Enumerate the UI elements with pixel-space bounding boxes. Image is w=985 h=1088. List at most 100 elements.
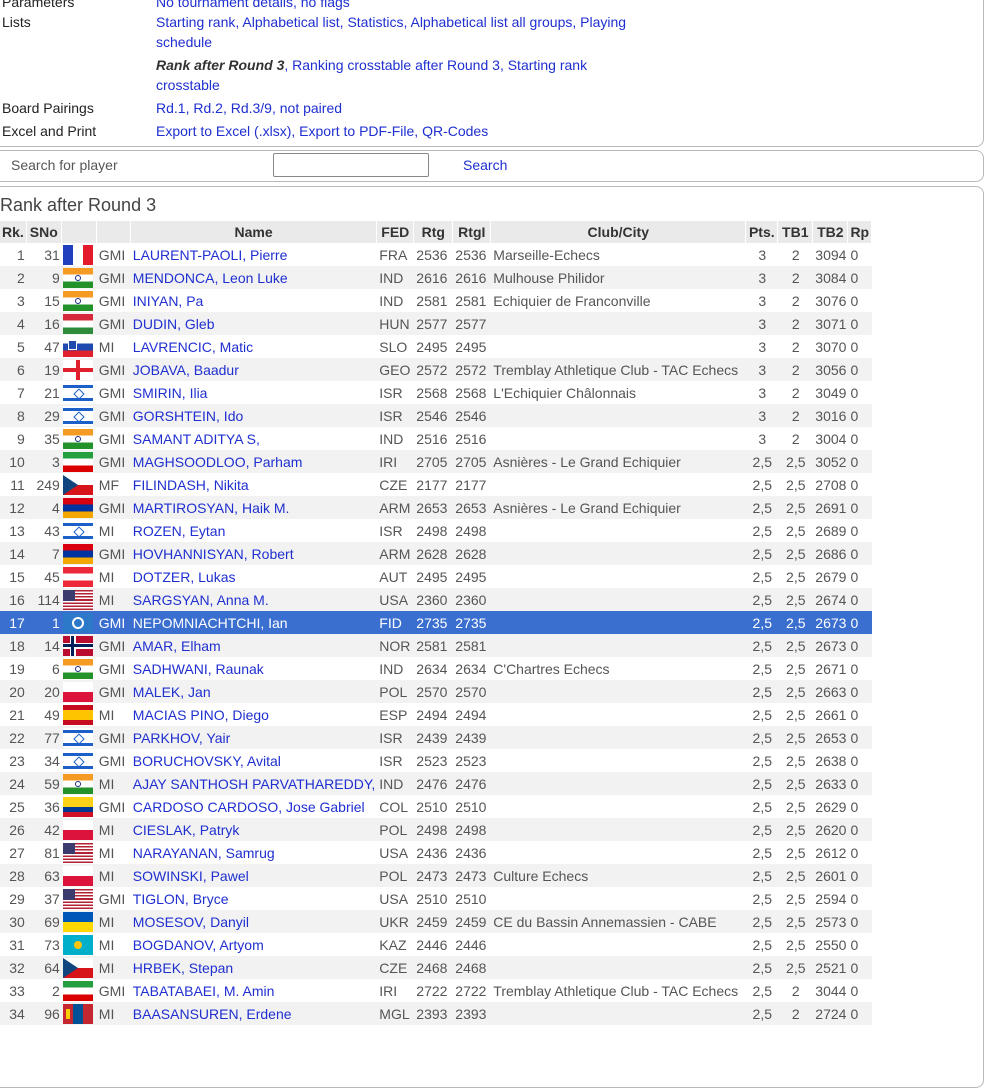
table-row[interactable]: 19 6 GMI SADHWANI, Raunak IND 2634 2634 C'Chart… (0, 657, 872, 680)
lists-link[interactable]: Alphabetical list (242, 14, 339, 30)
player-name-link[interactable]: SADHWANI, Raunak (131, 657, 377, 680)
player-name-link[interactable]: LAVRENCIC, Matic (131, 335, 377, 358)
col-sno-header[interactable]: SNo (26, 221, 62, 243)
player-name-link[interactable]: NEPOMNIACHTCHI, Ian (130, 611, 378, 634)
table-row[interactable]: 13 43 MI ROZEN, Eytan ISR 2498 2498 2,5 2,5 2689 0 (0, 519, 872, 542)
search-input[interactable] (273, 153, 429, 177)
player-name-link[interactable]: SARGSYAN, Anna M. (130, 588, 378, 611)
table-row[interactable]: 22 77 GMI PARKHOV, Yair ISR 2439 2439 2,5 2,5 265… (0, 726, 873, 749)
table-row[interactable]: 24 59 MI AJAY SANTHOSH PARVATHAREDDY, IND 247… (0, 772, 873, 795)
player-name-link[interactable]: SAMANT ADITYA S, (131, 427, 377, 450)
table-row[interactable]: 31 73 MI BOGDANOV, Artyom KAZ 2446 2446 2,5 2,5 2… (0, 933, 872, 956)
player-name-link[interactable]: MACIAS PINO, Diego (131, 703, 377, 726)
player-name-link[interactable]: MARTIROSYAN, Haik M. (130, 496, 378, 519)
table-row[interactable]: 14 7 GMI HOVHANNISYAN, Robert ARM 2628 2628 2,5… (0, 542, 873, 565)
player-name-link[interactable]: MALEK, Jan (130, 680, 378, 703)
table-row[interactable]: 8 29 GMI GORSHTEIN, Ido ISR 2546 2546 3 2 3016 0 (0, 404, 873, 427)
player-name-link[interactable]: BORUCHOVSKY, Avital (131, 749, 377, 772)
col-rtgi-header[interactable]: RtgI (453, 221, 492, 243)
lists-link[interactable]: Alphabetical list all groups (410, 14, 572, 30)
player-name-link[interactable]: CIESLAK, Patryk (130, 818, 378, 841)
player-name-link[interactable]: TABATABAEI, M. Amin (131, 979, 377, 1002)
table-row[interactable]: 11 249 MF FILINDASH, Nikita CZE 2177 2177 2,5 2,… (0, 473, 872, 496)
player-name-link[interactable]: AMAR, Elham (130, 634, 378, 657)
player-name-link[interactable]: SOWINSKI, Pawel (130, 864, 378, 887)
table-row[interactable]: 15 45 MI DOTZER, Lukas AUT 2495 2495 2,5 2,5 2679… (0, 565, 872, 588)
table-row[interactable]: 34 96 MI BAASANSUREN, Erdene MGL 2393 2393 2,5 2… (0, 1002, 873, 1025)
pairing-round-link[interactable]: Rd.2 (193, 100, 223, 116)
table-row[interactable]: 23 34 GMI BORUCHOVSKY, Avital ISR 2523 2523 2,5… (0, 749, 872, 772)
col-tb1-header[interactable]: TB1 (778, 221, 814, 243)
table-row[interactable]: 18 14 GMI AMAR, Elham NOR 2581 2581 2,5 2,5 2673 0 (0, 634, 873, 657)
player-name-link[interactable]: DUDIN, Gleb (130, 312, 378, 335)
player-name-link[interactable]: LAURENT-PAOLI, Pierre (131, 243, 377, 266)
export-link[interactable]: Export to PDF-File (299, 123, 414, 139)
col-club-header[interactable]: Club/City (491, 221, 747, 243)
col-fed-header[interactable]: FED (377, 221, 415, 243)
export-link[interactable]: QR-Codes (422, 123, 488, 139)
table-row[interactable]: 16 114 MI SARGSYAN, Anna M. USA 2360 2360 2,5 2,… (0, 588, 873, 611)
player-name-link[interactable]: FILINDASH, Nikita (131, 473, 377, 496)
player-name-link[interactable]: AJAY SANTHOSH PARVATHAREDDY, (130, 772, 378, 795)
table-row[interactable]: 1 31 GMI LAURENT-PAOLI, Pierre FRA 2536 2536 Ma… (0, 243, 872, 266)
table-row[interactable]: 10 3 GMI MAGHSOODLOO, Parham IRI 2705 2705 Asni… (0, 450, 873, 473)
player-name-link[interactable]: NARAYANAN, Samrug (131, 841, 377, 864)
not-paired-link[interactable]: , not paired (272, 100, 342, 116)
player-name-link[interactable]: JOBAVA, Baadur (130, 358, 378, 381)
table-row[interactable]: 4 16 GMI DUDIN, Gleb HUN 2577 2577 3 2 3071 0 (0, 312, 873, 335)
club-cell (491, 887, 746, 910)
lists-link[interactable]: Statistics (347, 14, 403, 30)
title-cell: GMI (96, 496, 131, 519)
export-link[interactable]: Export to Excel (.xlsx) (156, 123, 291, 139)
table-row[interactable]: 9 35 GMI SAMANT ADITYA S, IND 2516 2516 3 2 3004 0 (0, 427, 872, 450)
player-name-link[interactable]: PARKHOV, Yair (130, 726, 378, 749)
table-row[interactable]: 17 1 GMI NEPOMNIACHTCHI, Ian FID 2735 2735 2,5 2… (0, 611, 873, 634)
col-name-header[interactable]: Name (130, 221, 378, 243)
col-rtg-header[interactable]: Rtg (414, 221, 454, 243)
table-row[interactable]: 5 47 MI LAVRENCIC, Matic SLO 2495 2495 3 2 3070 0 (0, 335, 872, 358)
pairing-round-link[interactable]: Rd.1 (156, 100, 186, 116)
table-row[interactable]: 20 20 GMI MALEK, Jan POL 2570 2570 2,5 2,5 2663 0 (0, 680, 873, 703)
player-name-link[interactable]: MENDONCA, Leon Luke (130, 266, 378, 289)
table-row[interactable]: 2 9 GMI MENDONCA, Leon Luke IND 2616 2616 Mulho… (0, 266, 873, 289)
player-name-link[interactable]: CARDOSO CARDOSO, Jose Gabriel (131, 795, 377, 818)
table-row[interactable]: 26 42 MI CIESLAK, Patryk POL 2498 2498 2,5 2,5 26… (0, 818, 873, 841)
table-row[interactable]: 25 36 GMI CARDOSO CARDOSO, Jose Gabriel COL 2… (0, 795, 872, 818)
lists-link[interactable]: Starting rank (156, 14, 235, 30)
player-name-link[interactable]: HRBEK, Stepan (130, 956, 378, 979)
table-row[interactable]: 30 69 MI MOSESOV, Danyil UKR 2459 2459 CE du Ba… (0, 910, 873, 933)
table-row[interactable]: 7 21 GMI SMIRIN, Ilia ISR 2568 2568 L'Echiquier… (0, 381, 872, 404)
fed-cell: ARM (377, 542, 415, 565)
table-row[interactable]: 28 63 MI SOWINSKI, Pawel POL 2473 2473 Culture … (0, 864, 873, 887)
table-row[interactable]: 12 4 GMI MARTIROSYAN, Haik M. ARM 2653 2653 Asn… (0, 496, 873, 519)
player-name-link[interactable]: TIGLON, Bryce (131, 887, 377, 910)
table-row[interactable]: 21 49 MI MACIAS PINO, Diego ESP 2494 2494 2,5 2,… (0, 703, 872, 726)
parameters-value[interactable]: No tournament details, no flags (156, 0, 646, 12)
player-name-link[interactable]: BOGDANOV, Artyom (131, 933, 377, 956)
fed-cell: ISR (377, 404, 415, 427)
player-name-link[interactable]: INIYAN, Pa (131, 289, 377, 312)
player-name-link[interactable]: MAGHSOODLOO, Parham (130, 450, 378, 473)
table-row[interactable]: 3 15 GMI INIYAN, Pa IND 2581 2581 Echiquier de … (0, 289, 872, 312)
col-pts-header[interactable]: Pts. (746, 221, 779, 243)
table-row[interactable]: 33 2 GMI TABATABAEI, M. Amin IRI 2722 2722 Trem… (0, 979, 872, 1002)
player-name-link[interactable]: SMIRIN, Ilia (131, 381, 377, 404)
player-name-link[interactable]: DOTZER, Lukas (131, 565, 377, 588)
player-name-link[interactable]: ROZEN, Eytan (131, 519, 377, 542)
rp-cell: 0 (848, 680, 873, 703)
col-rank-header[interactable]: Rk. (0, 221, 27, 243)
club-cell (491, 611, 747, 634)
table-row[interactable]: 32 64 MI HRBEK, Stepan CZE 2468 2468 2,5 2,5 2521… (0, 956, 873, 979)
player-name-link[interactable]: HOVHANNISYAN, Robert (130, 542, 378, 565)
table-row[interactable]: 27 81 MI NARAYANAN, Samrug USA 2436 2436 2,5 2,5… (0, 841, 872, 864)
table-row[interactable]: 29 37 GMI TIGLON, Bryce USA 2510 2510 2,5 2,5 259… (0, 887, 872, 910)
search-button[interactable]: Search (463, 155, 507, 175)
player-name-link[interactable]: BAASANSUREN, Erdene (130, 1002, 378, 1025)
col-rp-header[interactable]: Rp (848, 221, 873, 243)
player-name-link[interactable]: GORSHTEIN, Ido (130, 404, 378, 427)
pairing-round-link[interactable]: Rd.3/9 (231, 100, 272, 116)
col-tb2-header[interactable]: TB2 (813, 221, 849, 243)
table-row[interactable]: 6 19 GMI JOBAVA, Baadur GEO 2572 2572 Tremblay … (0, 358, 873, 381)
lists-link[interactable]: Ranking crosstable after Round 3 (292, 57, 500, 73)
player-name-link[interactable]: MOSESOV, Danyil (130, 910, 378, 933)
